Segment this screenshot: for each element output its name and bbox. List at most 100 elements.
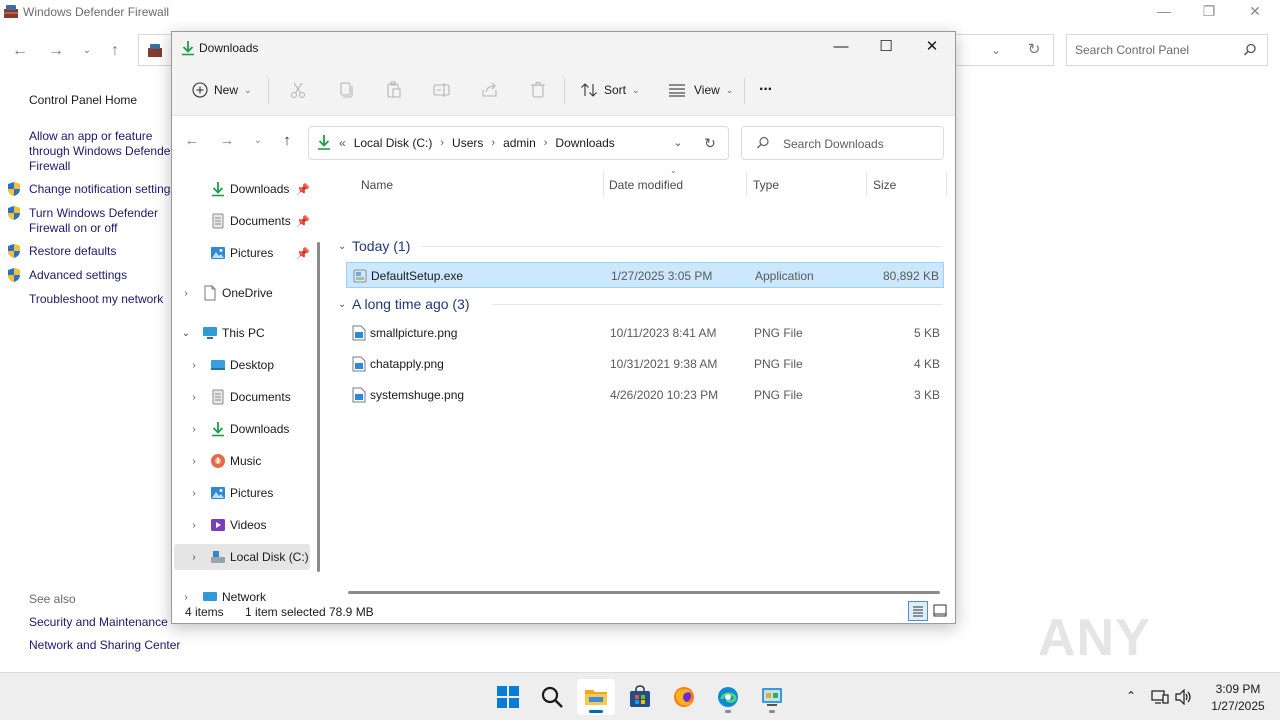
- view-button[interactable]: View ⌄: [668, 76, 733, 104]
- chevron-right-icon[interactable]: ›: [491, 137, 495, 149]
- breadcrumb-users[interactable]: Users: [452, 136, 483, 150]
- see-more-button[interactable]: ···: [759, 76, 773, 104]
- breadcrumb-admin[interactable]: admin: [503, 136, 536, 150]
- nav-item-network[interactable]: › Network: [172, 584, 317, 601]
- close-button[interactable]: ✕: [1232, 2, 1278, 22]
- firefox-button[interactable]: [665, 679, 703, 715]
- clock-date[interactable]: 1/27/2025: [1200, 699, 1276, 713]
- paste-icon[interactable]: [384, 80, 404, 100]
- chevron-right-icon[interactable]: ›: [188, 488, 200, 499]
- forward-arrow-icon[interactable]: →: [45, 40, 67, 62]
- chevron-right-icon[interactable]: ›: [544, 137, 548, 149]
- chevron-right-icon[interactable]: ›: [188, 552, 200, 563]
- back-arrow-icon[interactable]: ←: [9, 40, 31, 62]
- details-view-button[interactable]: [908, 601, 928, 621]
- column-header-name[interactable]: Name: [361, 178, 393, 192]
- chevron-right-icon[interactable]: ›: [188, 520, 200, 531]
- file-row[interactable]: systemshuge.png 4/26/2020 10:23 PM PNG F…: [346, 382, 944, 408]
- advanced-settings-link[interactable]: Advanced settings: [29, 268, 127, 283]
- chevron-down-icon[interactable]: ⌄: [180, 328, 192, 339]
- turn-firewall-on-off-link-line2[interactable]: Firewall on or off: [29, 221, 117, 236]
- edge-button[interactable]: [709, 679, 747, 715]
- allow-app-link-line2[interactable]: through Windows Defender: [29, 144, 174, 159]
- column-header-size[interactable]: Size: [873, 178, 896, 192]
- sort-button[interactable]: Sort ⌄: [580, 76, 640, 104]
- nav-item-local-disk[interactable]: › Local Disk (C:): [172, 544, 317, 570]
- nav-item-documents[interactable]: › Documents: [172, 384, 317, 410]
- allow-app-link-line1[interactable]: Allow an app or feature: [29, 129, 152, 144]
- up-arrow-icon[interactable]: ↑: [276, 130, 298, 152]
- nav-item-downloads[interactable]: › Downloads: [172, 416, 317, 442]
- address-dropdown-chevron-icon[interactable]: ⌄: [986, 40, 1006, 60]
- address-bar[interactable]: « Local Disk (C:) › Users › admin › Down…: [308, 126, 729, 160]
- maximize-button[interactable]: ☐: [863, 32, 909, 62]
- search-control-panel-input[interactable]: Search Control Panel: [1066, 34, 1268, 66]
- forward-arrow-icon[interactable]: →: [216, 130, 238, 152]
- maximize-button[interactable]: ❐: [1186, 2, 1232, 22]
- file-explorer-taskbar-button[interactable]: [577, 679, 615, 715]
- horizontal-scrollbar[interactable]: [348, 591, 940, 594]
- network-sharing-center-link[interactable]: Network and Sharing Center: [29, 638, 180, 653]
- restore-defaults-link[interactable]: Restore defaults: [29, 244, 116, 259]
- nav-item-videos[interactable]: › Videos: [172, 512, 317, 538]
- start-button[interactable]: [489, 679, 527, 715]
- nav-item-desktop[interactable]: › Desktop: [172, 352, 317, 378]
- chevron-right-icon[interactable]: ›: [188, 424, 200, 435]
- nav-item-this-pc[interactable]: ⌄ This PC: [172, 320, 317, 346]
- breadcrumb-overflow[interactable]: «: [339, 136, 346, 150]
- network-tray-icon[interactable]: [1151, 689, 1169, 705]
- address-dropdown-chevron-icon[interactable]: ⌄: [670, 134, 686, 152]
- refresh-icon[interactable]: ↻: [1023, 40, 1045, 60]
- breadcrumb-local-disk[interactable]: Local Disk (C:): [354, 136, 433, 150]
- refresh-icon[interactable]: ↻: [701, 133, 719, 153]
- control-panel-taskbar-button[interactable]: [753, 679, 791, 715]
- volume-icon[interactable]: [1175, 689, 1193, 705]
- nav-item-onedrive[interactable]: › OneDrive: [172, 280, 317, 306]
- chevron-right-icon[interactable]: ›: [188, 360, 200, 371]
- troubleshoot-network-link[interactable]: Troubleshoot my network: [29, 292, 163, 307]
- minimize-button[interactable]: —: [818, 32, 864, 62]
- close-button[interactable]: ✕: [909, 32, 955, 62]
- search-downloads-input[interactable]: Search Downloads: [741, 126, 944, 160]
- column-header-type[interactable]: Type: [753, 178, 779, 192]
- recent-locations-chevron-icon[interactable]: ⌄: [76, 40, 98, 62]
- minimize-button[interactable]: —: [1141, 2, 1187, 22]
- chevron-right-icon[interactable]: ›: [440, 137, 444, 149]
- nav-pane-scrollbar[interactable]: [317, 242, 320, 572]
- group-header-long-ago[interactable]: ⌄ A long time ago (3): [338, 296, 470, 312]
- chevron-right-icon[interactable]: ›: [180, 288, 192, 299]
- nav-item-quick-documents[interactable]: Documents 📌: [172, 208, 317, 234]
- nav-item-music[interactable]: › Music: [172, 448, 317, 474]
- delete-icon[interactable]: [528, 80, 548, 100]
- large-icons-view-icon[interactable]: [931, 602, 949, 620]
- breadcrumb-downloads[interactable]: Downloads: [555, 136, 614, 150]
- group-header-today[interactable]: ⌄ Today (1): [338, 238, 410, 254]
- column-header-date[interactable]: Date modified: [609, 178, 683, 192]
- chevron-right-icon[interactable]: ›: [180, 592, 192, 602]
- column-divider[interactable]: [946, 172, 947, 196]
- recent-locations-chevron-icon[interactable]: ⌄: [247, 130, 269, 152]
- show-hidden-icons-chevron-icon[interactable]: ⌃: [1124, 689, 1138, 703]
- file-row[interactable]: smallpicture.png 10/11/2023 8:41 AM PNG …: [346, 320, 944, 346]
- allow-app-link-line3[interactable]: Firewall: [29, 159, 70, 174]
- change-notification-settings-link[interactable]: Change notification settings: [29, 182, 176, 197]
- turn-firewall-on-off-link-line1[interactable]: Turn Windows Defender: [29, 206, 158, 221]
- file-row[interactable]: DefaultSetup.exe 1/27/2025 3:05 PM Appli…: [346, 262, 944, 288]
- rename-icon[interactable]: [432, 80, 452, 100]
- copy-icon[interactable]: [336, 80, 356, 100]
- file-row[interactable]: chatapply.png 10/31/2021 9:38 AM PNG Fil…: [346, 351, 944, 377]
- nav-item-pictures[interactable]: › Pictures: [172, 480, 317, 506]
- search-button[interactable]: [533, 679, 571, 715]
- chevron-right-icon[interactable]: ›: [188, 392, 200, 403]
- cut-icon[interactable]: [288, 80, 308, 100]
- column-divider[interactable]: [866, 172, 867, 196]
- column-divider[interactable]: [746, 172, 747, 196]
- microsoft-store-button[interactable]: [621, 679, 659, 715]
- nav-item-quick-pictures[interactable]: Pictures 📌: [172, 240, 317, 266]
- column-divider[interactable]: [603, 172, 604, 196]
- new-button[interactable]: New ⌄: [192, 76, 252, 104]
- share-icon[interactable]: [480, 80, 500, 100]
- chevron-right-icon[interactable]: ›: [188, 456, 200, 467]
- back-arrow-icon[interactable]: ←: [181, 130, 203, 152]
- clock-time[interactable]: 3:09 PM: [1200, 682, 1276, 696]
